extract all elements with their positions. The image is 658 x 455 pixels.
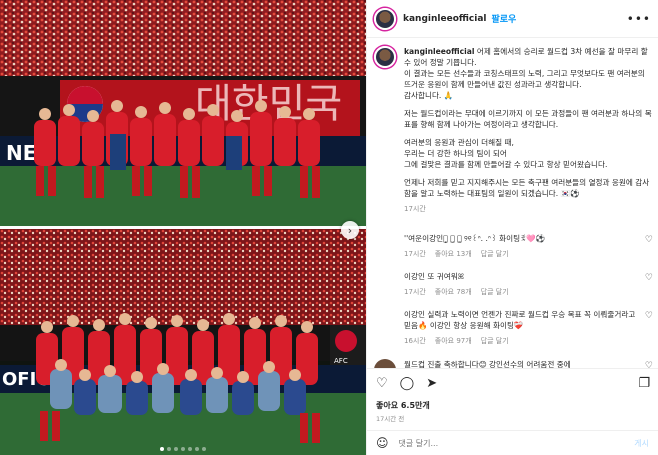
team-photo-stadium-banner: 대한민국 NE bbox=[0, 0, 366, 226]
reply-button[interactable]: 답글 달기 bbox=[481, 249, 509, 259]
comment-time: 17시간 bbox=[404, 288, 426, 296]
comment-likes[interactable]: 좋아요 13개 bbox=[435, 249, 472, 259]
more-horizontal-icon[interactable]: ••• bbox=[627, 12, 651, 26]
likes-count[interactable]: 좋아요 6.5만개 bbox=[376, 400, 430, 411]
carousel-dot bbox=[188, 447, 192, 451]
reply-button[interactable]: 답글 달기 bbox=[481, 287, 509, 297]
follow-button[interactable]: 팔로우 bbox=[492, 12, 517, 25]
post-actions-bar: ♡ ◯ ➤ ❐ 좋아요 6.5만개 17시간 전 bbox=[367, 368, 658, 430]
caption-paragraph: 저는 월드컵이라는 무대에 이르기까지 이 모든 과정들이 팬 여러분과 하나의… bbox=[404, 109, 652, 129]
comment-item: 이강인 또 귀여워ꕤ 17시간 좋아요 78개 답글 달기 ♡ bbox=[374, 271, 654, 297]
add-comment-bar: ☺ 게시 bbox=[367, 430, 658, 455]
post-caption: kanginleeofficial 어제 홈에서의 승리로 월드컵 3차 예선을… bbox=[374, 46, 654, 214]
post-comment-button[interactable]: 게시 bbox=[634, 438, 649, 449]
post-media[interactable]: 대한민국 NE OFICI AFC › bbox=[0, 0, 366, 455]
instagram-post-view: 대한민국 NE OFICI AFC › kanginleeofficial 팔로… bbox=[0, 0, 658, 455]
caption-timestamp: 17시간 bbox=[404, 205, 426, 213]
comment-text: 이강인 실력과 노력이면 언젠가 진짜로 월드컵 우승 목표 꼭 이뤄줄거라고 … bbox=[404, 310, 636, 330]
comment-likes[interactable]: 좋아요 78개 bbox=[435, 287, 472, 297]
comment-heart-icon[interactable]: ♡ bbox=[645, 235, 653, 245]
carousel-dot bbox=[181, 447, 185, 451]
post-header: kanginleeofficial 팔로우 ••• bbox=[367, 0, 658, 38]
comment-item: ''여운이강인ꪔ̤̥ ꪔ̤̮ ꪔ̤̫ ୨୧꒰ᐢ. .ᐢ꒱ 화이팅ꉂ🩷⚽ 17시간… bbox=[374, 233, 654, 259]
reply-button[interactable]: 답글 달기 bbox=[481, 336, 509, 346]
bookmark-icon[interactable]: ❐ bbox=[638, 377, 650, 391]
caption-paragraph: 언제나 저희를 믿고 지지해주시는 모든 축구팬 여러분들의 열정과 응원에 감… bbox=[404, 178, 650, 198]
comment-time: 17시간 bbox=[404, 250, 426, 258]
team-photo-crowd: OFICI AFC bbox=[0, 229, 366, 455]
carousel-dot bbox=[174, 447, 178, 451]
comment-item: 월드컵 진출 축하합니다😊 강인선수의 어려움전 중에 ♡ bbox=[374, 359, 654, 368]
commenter-avatar[interactable] bbox=[374, 359, 396, 368]
caption-author[interactable]: kanginleeofficial bbox=[404, 47, 474, 56]
carousel-dot bbox=[195, 447, 199, 451]
carousel-dot-active bbox=[160, 447, 164, 451]
next-image-button[interactable]: › bbox=[341, 221, 359, 239]
author-handle[interactable]: kanginleeofficial bbox=[403, 14, 487, 24]
carousel-dot bbox=[167, 447, 171, 451]
carousel-indicator bbox=[0, 447, 366, 451]
commenter-avatar[interactable] bbox=[374, 309, 396, 331]
comment-text: 이강인 또 귀여워ꕤ bbox=[404, 272, 465, 281]
commenter-avatar[interactable] bbox=[374, 233, 396, 255]
heart-icon[interactable]: ♡ bbox=[376, 377, 388, 391]
emoji-icon[interactable]: ☺ bbox=[376, 436, 389, 450]
svg-text:NE: NE bbox=[6, 141, 36, 165]
svg-text:AFC: AFC bbox=[334, 357, 348, 365]
caption-author-avatar[interactable] bbox=[374, 46, 396, 68]
comment-heart-icon[interactable]: ♡ bbox=[645, 361, 653, 368]
comment-text: ''여운이강인ꪔ̤̥ ꪔ̤̮ ꪔ̤̫ ୨୧꒰ᐢ. .ᐢ꒱ 화이팅ꉂ🩷⚽ bbox=[404, 234, 545, 243]
comment-heart-icon[interactable]: ♡ bbox=[645, 311, 653, 321]
comment-time: 16시간 bbox=[404, 337, 426, 345]
carousel-dot bbox=[202, 447, 206, 451]
comment-icon[interactable]: ◯ bbox=[400, 377, 415, 391]
caption-paragraph: 여러분의 응원과 관심이 더해질 때, 우리는 더 강한 하나의 팀이 되어 그에 … bbox=[404, 138, 608, 169]
posted-time: 17시간 전 bbox=[376, 415, 405, 423]
comment-input[interactable] bbox=[398, 438, 635, 448]
comments-scroll-area[interactable]: kanginleeofficial 어제 홈에서의 승리로 월드컵 3차 예선을… bbox=[367, 38, 658, 368]
comment-heart-icon[interactable]: ♡ bbox=[645, 273, 653, 283]
share-icon[interactable]: ➤ bbox=[426, 377, 437, 391]
commenter-avatar[interactable] bbox=[374, 271, 396, 293]
comment-text: 월드컵 진출 축하합니다😊 강인선수의 어려움전 중에 bbox=[404, 360, 571, 368]
post-details-panel: kanginleeofficial 팔로우 ••• kanginleeoffic… bbox=[366, 0, 658, 455]
comment-item: 이강인 실력과 노력이면 언젠가 진짜로 월드컵 우승 목표 꼭 이뤄줄거라고 … bbox=[374, 309, 654, 346]
author-avatar[interactable] bbox=[374, 7, 396, 30]
comment-likes[interactable]: 좋아요 97개 bbox=[435, 336, 472, 346]
